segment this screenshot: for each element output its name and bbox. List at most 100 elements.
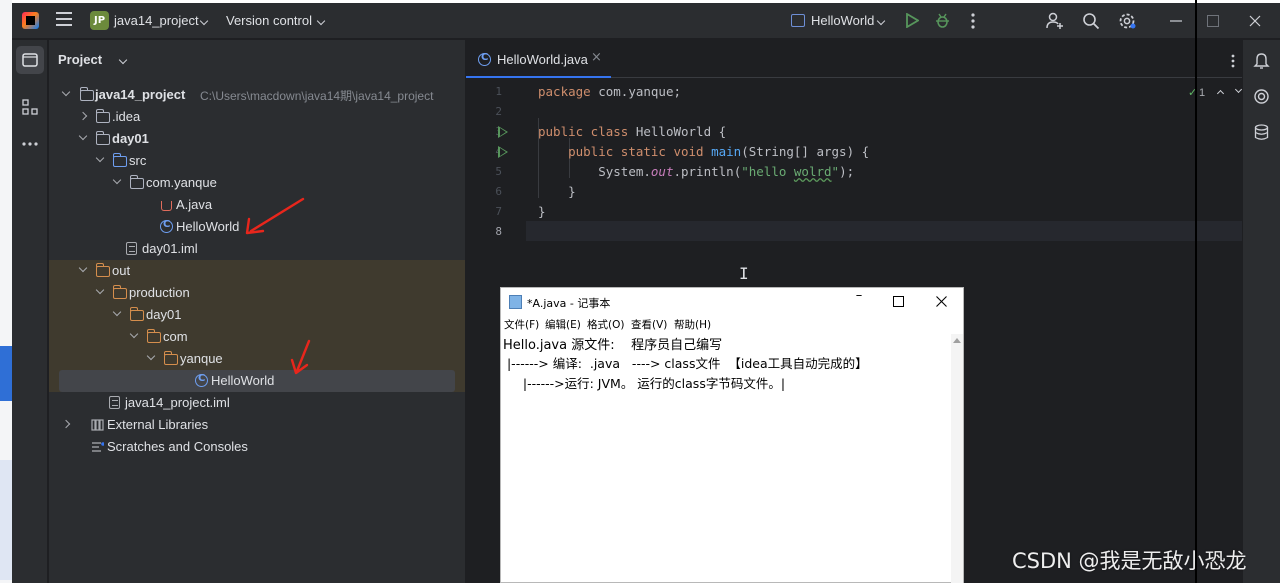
- editor-tab-helloworld[interactable]: HelloWorld.java ×: [466, 40, 611, 78]
- notepad-text-area[interactable]: Hello.java 源文件: 程序员自己编写 |------> 编译: .ja…: [501, 334, 963, 583]
- module-folder-icon: [96, 131, 110, 145]
- notifications-icon[interactable]: [1253, 52, 1270, 69]
- chevron-down-icon[interactable]: [316, 16, 326, 26]
- project-path-label: C:\Users\macdown\java14期\java14_project: [200, 89, 434, 103]
- tree-item-helloworld-compiled[interactable]: HelloWorld: [49, 370, 465, 392]
- menu-file[interactable]: 文件(F): [504, 317, 539, 332]
- excluded-folder-icon: [164, 351, 178, 365]
- maximize-icon[interactable]: [893, 296, 913, 316]
- tree-item-label: .idea: [112, 109, 141, 124]
- chevron-down-icon[interactable]: [118, 55, 128, 65]
- close-icon[interactable]: [936, 296, 956, 316]
- chevron-down-icon[interactable]: [199, 16, 209, 26]
- scratches-icon: [92, 442, 104, 452]
- editor-tab-bar: HelloWorld.java ×: [466, 40, 1242, 78]
- chevron-up-icon[interactable]: [1216, 89, 1225, 98]
- line-number: 2: [495, 105, 502, 118]
- project-panel: Project java14_project C:\Users\macdown\…: [49, 40, 465, 583]
- add-user-icon[interactable]: [1046, 12, 1064, 30]
- debug-icon[interactable]: [934, 12, 951, 29]
- title-bar: JP java14_project Version control HelloW…: [12, 3, 1280, 39]
- tree-item-label: A.java: [176, 197, 213, 212]
- tree-item-production[interactable]: production: [49, 282, 465, 304]
- chevron-down-icon[interactable]: [876, 16, 886, 26]
- tree-item-day01-iml[interactable]: day01.iml: [49, 238, 465, 260]
- excluded-folder-icon: [96, 263, 110, 277]
- tree-item-src[interactable]: src: [49, 150, 465, 172]
- code-line: package com.yanque;: [538, 84, 681, 99]
- notepad-title-bar[interactable]: *A.java - 记事本 –: [501, 288, 963, 316]
- database-icon[interactable]: [1254, 124, 1269, 141]
- tree-item-label: com: [163, 329, 188, 344]
- run-config-selector[interactable]: HelloWorld: [811, 13, 874, 28]
- tree-item-day01-module[interactable]: day01: [49, 128, 465, 150]
- project-badge[interactable]: JP: [90, 11, 109, 30]
- version-control-menu[interactable]: Version control: [226, 13, 312, 28]
- structure-icon[interactable]: [22, 99, 38, 115]
- tree-item-label: java14_project.iml: [125, 395, 230, 410]
- folder-icon: [96, 109, 110, 123]
- excluded-folder-icon: [147, 329, 161, 343]
- package-icon: [130, 175, 144, 189]
- line-number: 8: [495, 225, 502, 238]
- line-number: 1: [495, 85, 502, 98]
- excluded-folder-icon: [113, 285, 127, 299]
- library-icon: [91, 419, 104, 431]
- menu-help[interactable]: 帮助(H): [674, 317, 711, 332]
- intellij-logo-icon[interactable]: [22, 12, 39, 29]
- background-page-block: [0, 346, 12, 401]
- settings-icon[interactable]: [1118, 12, 1136, 30]
- menu-view[interactable]: 查看(V): [631, 317, 667, 332]
- tree-item-yanque[interactable]: yanque: [49, 348, 465, 370]
- tree-item-out[interactable]: out: [49, 260, 465, 282]
- run-icon[interactable]: [905, 13, 919, 28]
- current-line-highlight: [526, 221, 1242, 241]
- tree-item-project-root[interactable]: java14_project C:\Users\macdown\java14期\…: [49, 84, 465, 106]
- line-number: 7: [495, 205, 502, 218]
- run-gutter-icon[interactable]: [498, 146, 508, 158]
- tree-item-scratches[interactable]: Scratches and Consoles: [49, 436, 465, 458]
- menu-format[interactable]: 格式(O): [587, 317, 624, 332]
- notepad-text-line: Hello.java 源文件: 程序员自己编写: [503, 338, 723, 353]
- tree-item-label: External Libraries: [107, 417, 209, 432]
- line-number: 5: [495, 165, 502, 178]
- minimize-icon[interactable]: –: [849, 288, 869, 308]
- code-line: public static void main(String[] args) {: [568, 144, 870, 159]
- tree-item-external-libraries[interactable]: External Libraries: [49, 414, 465, 436]
- iml-file-icon: [126, 242, 137, 255]
- chevron-down-icon[interactable]: [1234, 85, 1243, 94]
- run-gutter-icon[interactable]: [498, 126, 508, 138]
- source-folder-icon: [113, 153, 127, 167]
- close-tab-icon[interactable]: ×: [591, 50, 602, 65]
- tree-item-idea[interactable]: .idea: [49, 106, 465, 128]
- project-panel-title[interactable]: Project: [58, 52, 102, 67]
- tree-item-label: HelloWorld: [211, 373, 275, 388]
- tree-item-com[interactable]: com: [49, 326, 465, 348]
- minimize-icon[interactable]: [1170, 20, 1182, 22]
- tree-item-label: yanque: [180, 351, 223, 366]
- code-line: public class HelloWorld {: [538, 124, 727, 139]
- tree-item-out-day01[interactable]: day01: [49, 304, 465, 326]
- tree-item-label: src: [129, 153, 147, 168]
- more-icon[interactable]: [1231, 54, 1235, 68]
- overlay-divider-line: [1195, 0, 1197, 583]
- editor-tab-label: HelloWorld.java: [497, 52, 588, 67]
- annotation-arrow-icon: [290, 339, 311, 375]
- right-tool-window-bar: [1242, 40, 1280, 583]
- ai-assistant-icon[interactable]: [1253, 88, 1270, 105]
- search-icon[interactable]: [1082, 12, 1100, 30]
- tree-item-package[interactable]: com.yanque: [49, 172, 465, 194]
- tree-item-project-iml[interactable]: java14_project.iml: [49, 392, 465, 414]
- menu-edit[interactable]: 编辑(E): [545, 317, 581, 332]
- more-icon[interactable]: [970, 13, 976, 29]
- notepad-scrollbar[interactable]: [951, 334, 963, 583]
- close-icon[interactable]: [1249, 15, 1261, 27]
- more-horizontal-icon[interactable]: [22, 142, 38, 146]
- notepad-text-line: |------>运行: JVM。 运行的class字节码文件。|: [503, 376, 786, 391]
- hamburger-icon[interactable]: [56, 12, 72, 26]
- tree-item-label: day01: [146, 307, 182, 322]
- notepad-text-line: |------> 编译: .java ----> class文件 【idea工具…: [503, 356, 868, 371]
- project-selector[interactable]: java14_project: [114, 13, 199, 28]
- class-icon: [478, 52, 491, 66]
- maximize-icon[interactable]: [1207, 15, 1219, 27]
